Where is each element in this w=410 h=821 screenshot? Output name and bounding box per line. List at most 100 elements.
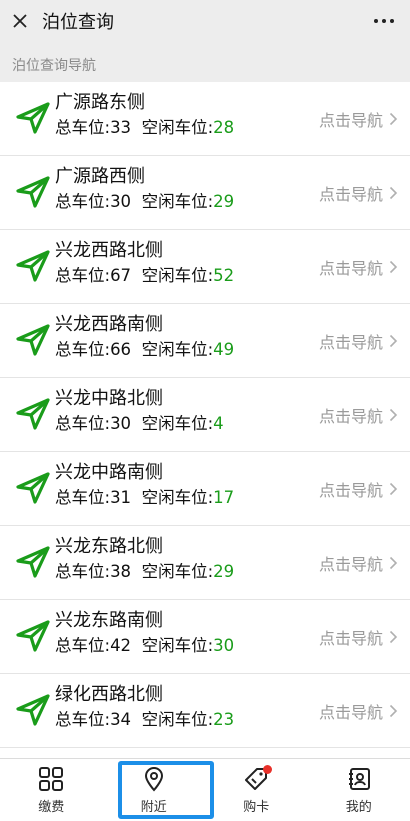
total-count: 34 xyxy=(110,710,132,729)
total-count: 66 xyxy=(110,340,132,359)
row-text: 兴龙中路北侧 总车位:30 空闲车位:4 xyxy=(55,387,224,437)
tag-icon xyxy=(243,765,273,792)
row-text: 兴龙西路北侧 总车位:67 空闲车位:52 xyxy=(55,239,234,289)
navigate-button[interactable]: 点击导航 xyxy=(319,82,398,156)
list-item[interactable]: 兴龙中路南侧 总车位:31 空闲车位:17 点击导航 xyxy=(0,452,410,526)
free-count: 52 xyxy=(213,266,235,285)
chevron-right-icon xyxy=(389,482,398,496)
list-item[interactable]: 绿化西路北侧 总车位:34 空闲车位:23 点击导航 xyxy=(0,674,410,748)
free-count: 49 xyxy=(213,340,235,359)
navigate-label: 点击导航 xyxy=(318,185,383,204)
berth-stats: 总车位:30 空闲车位:29 xyxy=(55,189,234,215)
total-label: 总车位: xyxy=(55,266,111,285)
total-count: 30 xyxy=(110,414,132,433)
tab-mine[interactable]: 我的 xyxy=(308,759,410,821)
page-title: 泊位查询 xyxy=(42,12,114,33)
berth-stats: 总车位:66 空闲车位:49 xyxy=(55,337,234,363)
tab-label: 购卡 xyxy=(243,800,270,815)
total-count: 33 xyxy=(110,118,132,137)
free-count: 28 xyxy=(213,118,235,137)
chevron-right-icon xyxy=(389,556,398,570)
list-item[interactable]: 兴龙西路南侧 总车位:66 空闲车位:49 点击导航 xyxy=(0,304,410,378)
free-label: 空闲车位: xyxy=(141,488,214,507)
row-text: 兴龙中路南侧 总车位:31 空闲车位:17 xyxy=(55,461,234,511)
tab-buy-card[interactable]: 购卡 xyxy=(205,759,308,821)
free-count: 29 xyxy=(213,562,235,581)
total-label: 总车位: xyxy=(55,562,111,581)
navigate-button[interactable]: 点击导航 xyxy=(319,452,398,526)
free-count: 23 xyxy=(213,710,235,729)
total-label: 总车位: xyxy=(55,340,111,359)
total-count: 42 xyxy=(110,636,132,655)
navigate-button[interactable]: 点击导航 xyxy=(319,156,398,230)
navigate-label: 点击导航 xyxy=(318,629,383,648)
navigation-arrow-icon xyxy=(16,324,50,356)
list-item[interactable]: 兴龙东路南侧 总车位:42 空闲车位:30 点击导航 xyxy=(0,600,410,674)
navigate-button[interactable]: 点击导航 xyxy=(319,230,398,304)
navigation-arrow-icon xyxy=(16,472,50,504)
navigate-button[interactable]: 点击导航 xyxy=(319,304,398,378)
top-bar: 泊位查询 xyxy=(0,0,410,42)
tab-label: 我的 xyxy=(345,800,372,815)
more-dot-icon xyxy=(374,19,378,23)
total-label: 总车位: xyxy=(55,192,111,211)
grid-icon xyxy=(38,766,64,792)
berth-name: 兴龙东路南侧 xyxy=(55,610,163,631)
total-count: 31 xyxy=(110,488,132,507)
berth-stats: 总车位:34 空闲车位:23 xyxy=(55,707,234,733)
total-count: 30 xyxy=(110,192,132,211)
row-text: 广源路东侧 总车位:33 空闲车位:28 xyxy=(55,91,234,141)
close-icon xyxy=(13,14,27,28)
total-label: 总车位: xyxy=(55,488,111,507)
row-text: 兴龙西路南侧 总车位:66 空闲车位:49 xyxy=(55,313,234,363)
free-label: 空闲车位: xyxy=(141,266,214,285)
navigation-arrow-icon xyxy=(16,694,50,726)
navigate-label: 点击导航 xyxy=(318,111,383,130)
navigate-label: 点击导航 xyxy=(318,407,383,426)
free-label: 空闲车位: xyxy=(141,710,214,729)
navigation-arrow-icon xyxy=(16,102,50,134)
navigate-button[interactable]: 点击导航 xyxy=(319,674,398,748)
close-button[interactable] xyxy=(0,0,40,42)
free-label: 空闲车位: xyxy=(141,192,214,211)
navigate-button[interactable]: 点击导航 xyxy=(319,526,398,600)
total-count: 38 xyxy=(110,562,132,581)
navigate-button[interactable]: 点击导航 xyxy=(319,600,398,674)
row-text: 兴龙东路南侧 总车位:42 空闲车位:30 xyxy=(55,609,234,659)
berth-name: 广源路东侧 xyxy=(55,92,145,113)
row-text: 兴龙东路北侧 总车位:38 空闲车位:29 xyxy=(55,535,234,585)
berth-name: 兴龙西路北侧 xyxy=(55,240,163,261)
list-item[interactable]: 兴龙中路北侧 总车位:30 空闲车位:4 点击导航 xyxy=(0,378,410,452)
more-dot-icon xyxy=(390,19,394,23)
chevron-right-icon xyxy=(389,704,398,718)
total-label: 总车位: xyxy=(55,118,111,137)
free-label: 空闲车位: xyxy=(141,562,214,581)
tab-pay[interactable]: 缴费 xyxy=(0,759,103,821)
navigate-button[interactable]: 点击导航 xyxy=(319,378,398,452)
free-label: 空闲车位: xyxy=(141,636,214,655)
list-item[interactable]: 广源路东侧 总车位:33 空闲车位:28 点击导航 xyxy=(0,82,410,156)
more-options-button[interactable] xyxy=(372,10,396,32)
navigate-label: 点击导航 xyxy=(318,555,383,574)
chevron-right-icon xyxy=(389,260,398,274)
berth-stats: 总车位:42 空闲车位:30 xyxy=(55,633,234,659)
section-label: 泊位查询导航 xyxy=(12,58,96,74)
chevron-right-icon xyxy=(389,334,398,348)
navigation-arrow-icon xyxy=(16,176,50,208)
row-text: 绿化西路北侧 总车位:34 空闲车位:23 xyxy=(55,683,234,733)
berth-stats: 总车位:33 空闲车位:28 xyxy=(55,115,234,141)
free-count: 4 xyxy=(213,414,224,433)
total-label: 总车位: xyxy=(55,636,111,655)
chevron-right-icon xyxy=(389,408,398,422)
row-text: 广源路西侧 总车位:30 空闲车位:29 xyxy=(55,165,234,215)
list-item[interactable]: 广源路西侧 总车位:30 空闲车位:29 点击导航 xyxy=(0,156,410,230)
navigate-label: 点击导航 xyxy=(318,259,383,278)
free-label: 空闲车位: xyxy=(141,414,214,433)
profile-card-icon xyxy=(346,766,372,792)
free-label: 空闲车位: xyxy=(141,118,214,137)
navigation-arrow-icon xyxy=(16,620,50,652)
navigate-label: 点击导航 xyxy=(318,481,383,500)
berth-stats: 总车位:67 空闲车位:52 xyxy=(55,263,234,289)
list-item[interactable]: 兴龙西路北侧 总车位:67 空闲车位:52 点击导航 xyxy=(0,230,410,304)
list-item[interactable]: 兴龙东路北侧 总车位:38 空闲车位:29 点击导航 xyxy=(0,526,410,600)
